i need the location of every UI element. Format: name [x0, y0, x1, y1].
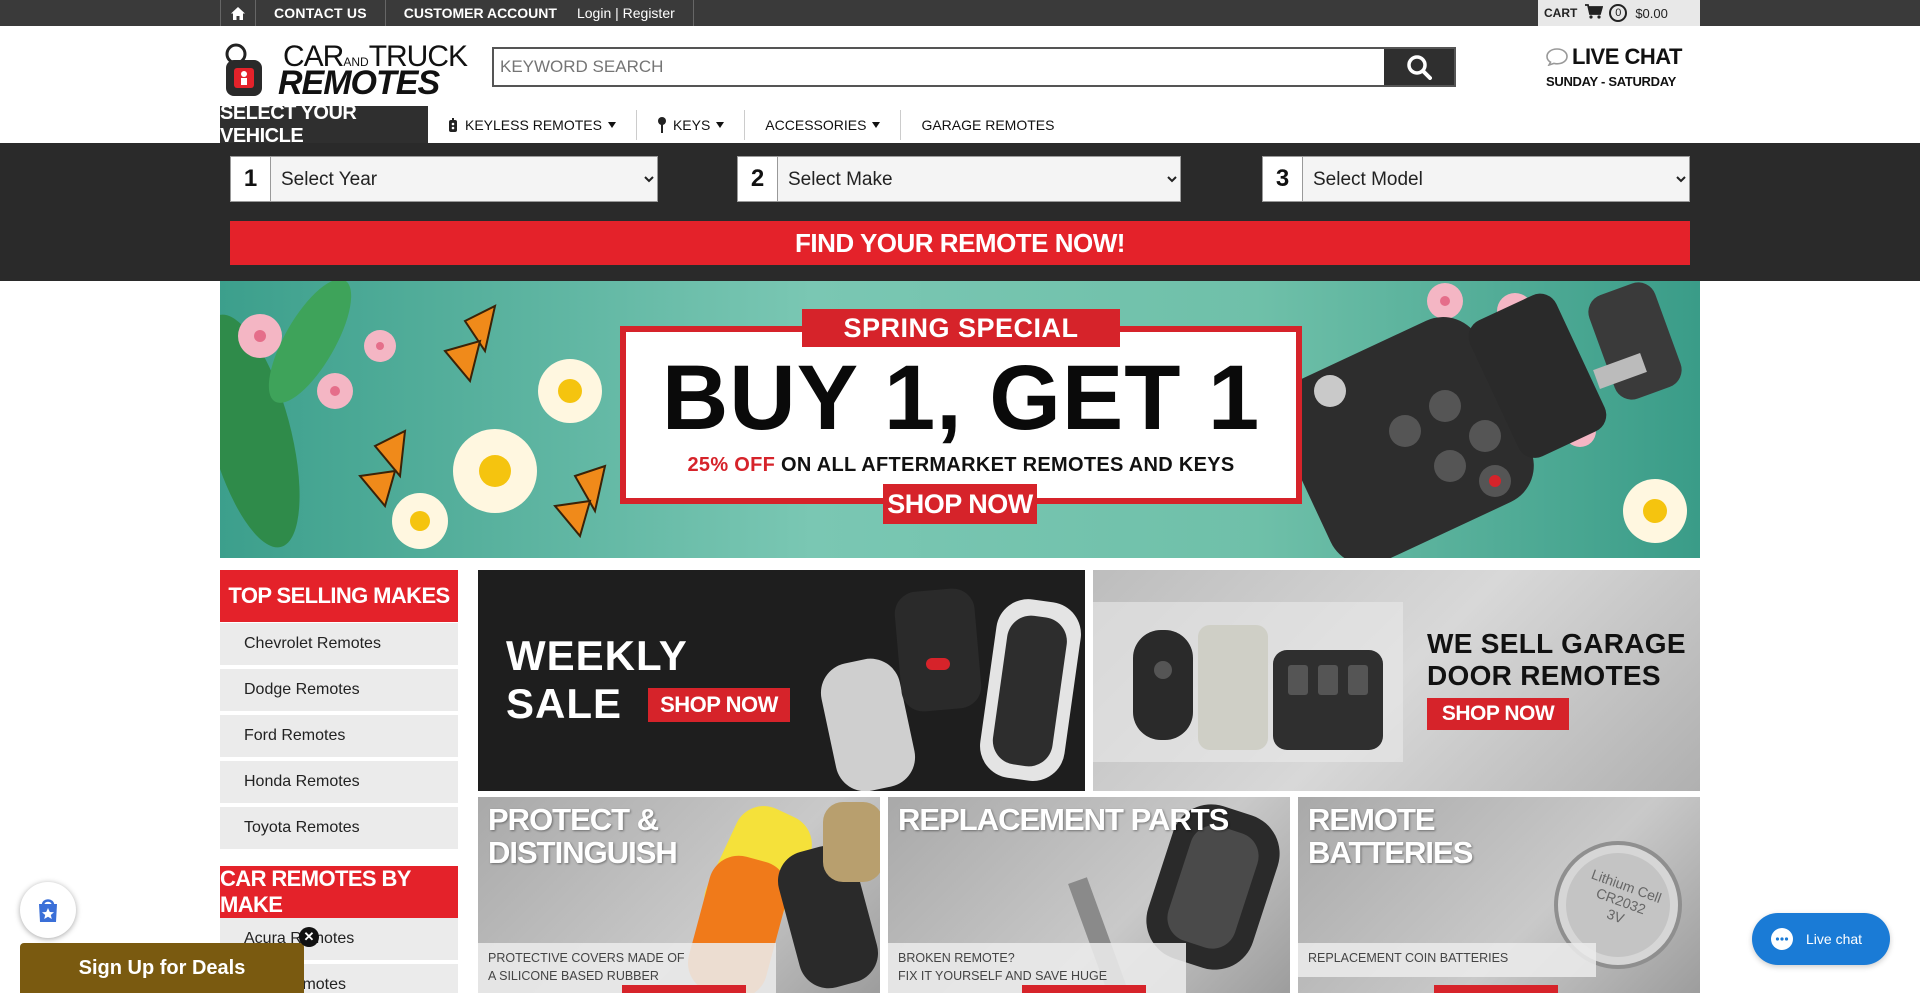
- remote-icon: [449, 118, 457, 132]
- step-number: 3: [1263, 157, 1303, 201]
- sale-title: SALE: [506, 680, 623, 727]
- search-icon: [1407, 55, 1432, 80]
- sidebar-item-dodge[interactable]: Dodge Remotes: [220, 669, 458, 711]
- shop-app-button[interactable]: [20, 882, 76, 938]
- garage-title-line1: WE SELL GARAGE: [1427, 628, 1686, 659]
- step-number: 1: [231, 157, 271, 201]
- garage-title-line2: DOOR REMOTES: [1427, 660, 1661, 691]
- nav-accessories-label: ACCESSORIES: [765, 117, 867, 133]
- replacement-shop-button[interactable]: [1022, 985, 1146, 993]
- make-select[interactable]: Select Make: [778, 157, 1180, 201]
- hero-shop-now-button[interactable]: SHOP NOW: [883, 484, 1037, 524]
- cart-total: $0.00: [1635, 5, 1668, 21]
- hero-banner[interactable]: SPRING SPECIAL BUY 1, GET 1 25% OFF ON A…: [220, 281, 1700, 558]
- live-chat-widget-label: Live chat: [1806, 931, 1863, 947]
- key-icon: [657, 117, 666, 133]
- chevron-down-icon: [607, 122, 616, 128]
- model-select-box: 3 Select Model: [1262, 156, 1690, 202]
- logo-text-bottom: REMOTES: [278, 64, 440, 102]
- step-number: 2: [738, 157, 778, 201]
- cart-label: CART: [1544, 6, 1578, 20]
- protect-shop-button[interactable]: [622, 985, 746, 993]
- live-chat-label: LIVE CHAT: [1572, 44, 1682, 69]
- hero-subline: 25% OFF ON ALL AFTERMARKET REMOTES AND K…: [620, 454, 1302, 477]
- chevron-down-icon: [716, 122, 725, 128]
- search-button[interactable]: [1384, 49, 1454, 85]
- year-select[interactable]: Select Year: [271, 157, 657, 201]
- live-chat-title: LIVE CHAT: [1546, 44, 1682, 70]
- search-input[interactable]: [494, 49, 1384, 85]
- sidebar-item-honda[interactable]: Honda Remotes: [220, 761, 458, 803]
- header-live-chat[interactable]: LIVE CHAT SUNDAY - SATURDAY: [1546, 44, 1682, 89]
- search-bar: [492, 47, 1456, 87]
- replacement-title: REPLACEMENT PARTS: [898, 802, 1229, 837]
- batteries-caption: REPLACEMENT COIN BATTERIES: [1298, 943, 1596, 977]
- close-icon[interactable]: ✕: [299, 927, 319, 947]
- protect-caption-line2: A SILICONE BASED RUBBER: [488, 969, 659, 983]
- cart-icon: [1585, 4, 1604, 22]
- select-vehicle-tab[interactable]: SELECT YOUR VEHICLE: [220, 102, 428, 147]
- top-selling-makes-heading: TOP SELLING MAKES: [220, 570, 458, 622]
- chat-icon: [1771, 928, 1793, 950]
- car-remotes-by-make-heading: CAR REMOTES BY MAKE: [220, 866, 458, 918]
- hero-headline: BUY 1, GET 1: [661, 347, 1261, 449]
- protect-title: PROTECT & DISTINGUISH: [488, 802, 678, 870]
- main-nav: SELECT YOUR VEHICLE KEYLESS REMOTES KEYS…: [220, 102, 1074, 147]
- weekly-title: WEEKLY: [506, 632, 688, 679]
- live-chat-hours: SUNDAY - SATURDAY: [1546, 74, 1676, 89]
- live-chat-widget-button[interactable]: Live chat: [1752, 913, 1890, 965]
- hero-discount: 25% OFF: [687, 454, 776, 476]
- weekly-shop-now-button[interactable]: SHOP NOW: [648, 688, 790, 722]
- garage-remotes-promo[interactable]: WE SELL GARAGE DOOR REMOTES SHOP NOW: [1093, 570, 1700, 791]
- top-bar: CONTACT US CUSTOMER ACCOUNT Login | Regi…: [0, 0, 1920, 26]
- home-icon[interactable]: [220, 0, 256, 26]
- nav-garage-remotes[interactable]: GARAGE REMOTES: [901, 110, 1074, 140]
- sidebar-item-ford[interactable]: Ford Remotes: [220, 715, 458, 757]
- protect-title-line1: PROTECT &: [488, 802, 659, 837]
- shopping-bag-icon: [39, 899, 57, 922]
- garage-title: WE SELL GARAGE DOOR REMOTES: [1427, 628, 1686, 692]
- sidebar-item-toyota[interactable]: Toyota Remotes: [220, 807, 458, 849]
- chevron-down-icon: [872, 122, 881, 128]
- nav-keys-label: KEYS: [672, 117, 711, 133]
- replacement-caption-line1: BROKEN REMOTE?: [898, 951, 1015, 965]
- protective-covers-promo[interactable]: PROTECT & DISTINGUISH PROTECTIVE COVERS …: [478, 797, 880, 993]
- chat-bubble-icon: [1546, 48, 1568, 66]
- weekly-sale-promo[interactable]: WEEKLY SALE SHOP NOW: [478, 570, 1085, 791]
- year-select-box: 1 Select Year: [230, 156, 658, 202]
- cart-widget[interactable]: CART 0 $0.00: [1538, 0, 1700, 26]
- contact-us-link[interactable]: CONTACT US: [256, 0, 386, 26]
- sidebar-item-chevrolet[interactable]: Chevrolet Remotes: [220, 623, 458, 665]
- make-select-box: 2 Select Make: [737, 156, 1181, 202]
- nav-keys[interactable]: KEYS: [637, 110, 746, 140]
- remote-batteries-promo[interactable]: Lithium Cell CR2032 3V REMOTE BATTERIES …: [1298, 797, 1700, 993]
- logo-key-icon: [225, 43, 262, 96]
- site-logo[interactable]: CARANDTRUCK REMOTES: [220, 38, 470, 102]
- hero-subline-text: ON ALL AFTERMARKET REMOTES AND KEYS: [781, 454, 1235, 476]
- replacement-caption-line2: FIX IT YOURSELF AND SAVE HUGE: [898, 969, 1108, 983]
- garage-shop-now-button[interactable]: SHOP NOW: [1427, 698, 1569, 730]
- protect-caption-line1: PROTECTIVE COVERS MADE OF: [488, 951, 685, 965]
- protect-title-line2: DISTINGUISH: [488, 835, 678, 870]
- batteries-title-line2: BATTERIES: [1308, 835, 1473, 870]
- nav-garage-remotes-label: GARAGE REMOTES: [921, 117, 1055, 133]
- hero-tag: SPRING SPECIAL: [802, 309, 1120, 347]
- find-remote-button[interactable]: FIND YOUR REMOTE NOW!: [230, 221, 1690, 265]
- batteries-title-line1: REMOTE: [1308, 802, 1436, 837]
- nav-keyless-remotes[interactable]: KEYLESS REMOTES: [428, 110, 637, 140]
- model-select[interactable]: Select Model: [1303, 157, 1689, 201]
- login-register-link[interactable]: Login | Register: [557, 0, 694, 26]
- batteries-title: REMOTE BATTERIES: [1308, 802, 1473, 870]
- nav-accessories[interactable]: ACCESSORIES: [745, 110, 902, 140]
- customer-account-link[interactable]: CUSTOMER ACCOUNT: [386, 0, 557, 26]
- vehicle-selector: 1 Select Year 2 Select Make 3 Select Mod…: [0, 143, 1920, 281]
- batteries-shop-button[interactable]: [1434, 985, 1558, 993]
- replacement-parts-promo[interactable]: REPLACEMENT PARTS BROKEN REMOTE? FIX IT …: [888, 797, 1290, 993]
- sign-up-deals-button[interactable]: Sign Up for Deals: [20, 943, 304, 993]
- cart-count: 0: [1609, 4, 1628, 22]
- nav-keyless-remotes-label: KEYLESS REMOTES: [465, 117, 602, 133]
